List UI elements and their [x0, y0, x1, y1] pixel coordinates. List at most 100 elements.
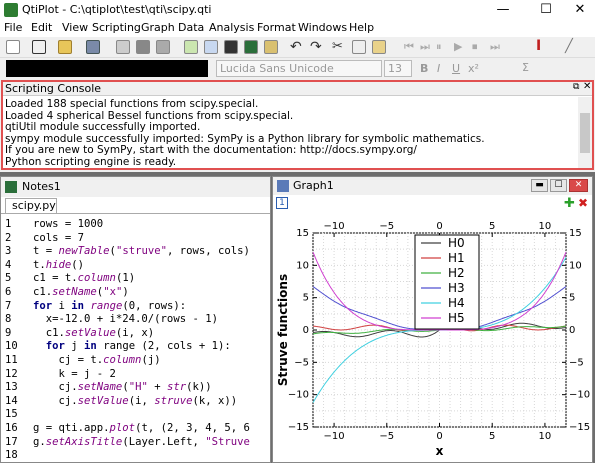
data-reader-icon[interactable]: I [536, 38, 541, 54]
graph-icon [277, 180, 289, 192]
pause-icon[interactable]: ⏸ [436, 40, 442, 54]
code-line: k = j - 2 [33, 367, 116, 380]
code-editor[interactable]: rows = 1000 cols = 7t = newTable("struve"… [33, 215, 270, 462]
code-line: cj.setValue(i, struve(k, x)) [33, 394, 238, 407]
x-tick-label-top: −10 [324, 221, 345, 232]
main-toolbar: ↶ ↷ ✂ ⏮ ⏭ ⏸ ▶ ⏹ ⏭ I ╱ [0, 37, 595, 58]
new-matrix-icon[interactable] [224, 40, 238, 54]
line-number: 11 [5, 354, 18, 366]
code-line: g.setAxisTitle(Layer.Left, "Struve [33, 435, 250, 448]
x-axis-label: x [436, 444, 444, 458]
y-tick-label: −15 [288, 422, 309, 433]
menu-analysis[interactable]: Analysis [209, 21, 254, 34]
menu-help[interactable]: Help [349, 21, 374, 34]
menu-file[interactable]: File [4, 21, 22, 34]
new-note-icon[interactable] [244, 40, 258, 54]
legend-label-h3: H3 [448, 281, 465, 295]
font-size-spin[interactable]: 13 [384, 60, 412, 77]
step-icon[interactable]: ⏭ [420, 40, 430, 54]
console-close-icon[interactable]: ✕ [583, 81, 591, 92]
notes-icon [5, 181, 17, 193]
y-tick-label-right: −5 [569, 357, 584, 368]
graph-maximize-button[interactable]: ☐ [550, 179, 567, 192]
menu-format[interactable]: Format [257, 21, 296, 34]
maximize-button[interactable]: ☐ [531, 0, 561, 20]
italic-button[interactable]: I [437, 62, 440, 75]
superscript-button[interactable]: x² [468, 62, 479, 75]
title-bar: QtiPlot - C:\qtiplot\test\qti\scipy.qti … [0, 0, 595, 20]
code-line: for j in range (2, cols + 1): [45, 340, 231, 353]
line-number: 18 [5, 449, 18, 462]
copy-icon[interactable] [352, 40, 366, 54]
line-number: 4 [5, 258, 12, 271]
legend-label-h1: H1 [448, 251, 465, 265]
notes-titlebar[interactable]: Notes1 [1, 177, 270, 197]
graph-minimize-button[interactable]: ▬ [531, 179, 548, 192]
line-number: 6 [5, 286, 12, 298]
code-line: c1.setName("x") [33, 286, 129, 298]
x-tick-label: −5 [379, 431, 394, 442]
step-back-icon[interactable]: ⏮ [404, 40, 414, 54]
cut-icon[interactable]: ✂ [332, 39, 343, 54]
print-preview-icon[interactable] [136, 40, 150, 54]
line-number: 1 [5, 218, 12, 230]
code-line: t = newTable("struve", rows, cols) [33, 245, 250, 258]
line-tool-icon[interactable]: ╱ [565, 39, 573, 54]
scroll-thumb[interactable] [580, 113, 590, 153]
graph-window: Graph1 ▬ ☐ ✕ 1 ✚ ✖ −10 −10 −5 −5 0 0 5 5 10 10 −15… [272, 176, 593, 463]
paste-icon[interactable] [372, 40, 386, 54]
end-icon[interactable]: ⏭ [490, 40, 500, 54]
underline-button[interactable]: U [452, 62, 460, 75]
open-folder-icon[interactable] [58, 40, 72, 54]
line-number: 9 [5, 326, 12, 339]
line-number: 2 [5, 231, 12, 244]
print-icon[interactable] [116, 40, 130, 54]
y-tick-label: 5 [303, 293, 309, 304]
graph-titlebar[interactable]: Graph1 ▬ ☐ ✕ [273, 177, 592, 195]
new-table-icon[interactable] [204, 40, 218, 54]
menu-scripting[interactable]: Scripting [92, 21, 141, 34]
menu-windows[interactable]: Windows [298, 21, 347, 34]
font-family-select[interactable]: Lucida Sans Unicode [216, 60, 382, 77]
layer-button[interactable]: 1 [276, 197, 288, 209]
y-tick-label: −10 [288, 390, 309, 401]
x-tick-label-top: 0 [436, 221, 442, 232]
code-line: cols = 7 [33, 231, 85, 244]
graph-close-button[interactable]: ✕ [569, 179, 588, 192]
new-folder-icon[interactable] [264, 40, 278, 54]
sigma-button[interactable]: Σ [522, 61, 529, 74]
play-icon[interactable]: ▶ [454, 40, 462, 53]
new-function-icon[interactable] [32, 40, 46, 54]
x-tick-label-top: 5 [489, 221, 495, 232]
struve-plot[interactable]: −10 −10 −5 −5 0 0 5 5 10 10 −15 −15 −10 −10 −5 −5 0 0 5 5 10… [273, 209, 592, 462]
legend-label-h5: H5 [448, 311, 465, 325]
menu-view[interactable]: View [62, 21, 88, 34]
tab-scipy-py[interactable]: scipy.py [5, 198, 57, 214]
code-line: x=-12.0 + i*24.0/(rows - 1) [33, 313, 218, 326]
console-output[interactable]: Loaded 188 special functions from scipy.… [3, 99, 577, 167]
legend-box [414, 234, 480, 330]
export-icon[interactable] [156, 40, 170, 54]
undo-icon[interactable]: ↶ [290, 39, 302, 55]
console-scrollbar[interactable] [578, 97, 592, 168]
line-number: 10 [5, 340, 18, 353]
menu-edit[interactable]: Edit [31, 21, 52, 34]
close-button[interactable]: ✕ [565, 0, 595, 20]
color-field[interactable] [6, 60, 208, 77]
redo-icon[interactable]: ↷ [310, 39, 322, 55]
new-graph-icon[interactable] [184, 40, 198, 54]
save-icon[interactable] [86, 40, 100, 54]
remove-layer-icon[interactable]: ✖ [578, 196, 588, 210]
float-icon[interactable]: ⧉ [573, 82, 579, 92]
y-tick-label-right: −15 [569, 422, 590, 433]
stop-icon[interactable]: ⏹ [472, 40, 478, 54]
line-number: 7 [5, 299, 12, 312]
menu-data[interactable]: Data [178, 21, 204, 34]
code-line: g = qti.app.plot(t, (2, 3, 4, 5, 6 [33, 422, 250, 434]
y-tick-label-right: 10 [569, 260, 582, 271]
bold-button[interactable]: B [420, 62, 428, 75]
scripting-console: Scripting Console ⧉ ✕ Loaded 188 special… [1, 80, 594, 170]
new-icon[interactable] [6, 40, 20, 54]
menu-graph[interactable]: Graph [141, 21, 175, 34]
minimize-button[interactable]: — [488, 0, 518, 20]
